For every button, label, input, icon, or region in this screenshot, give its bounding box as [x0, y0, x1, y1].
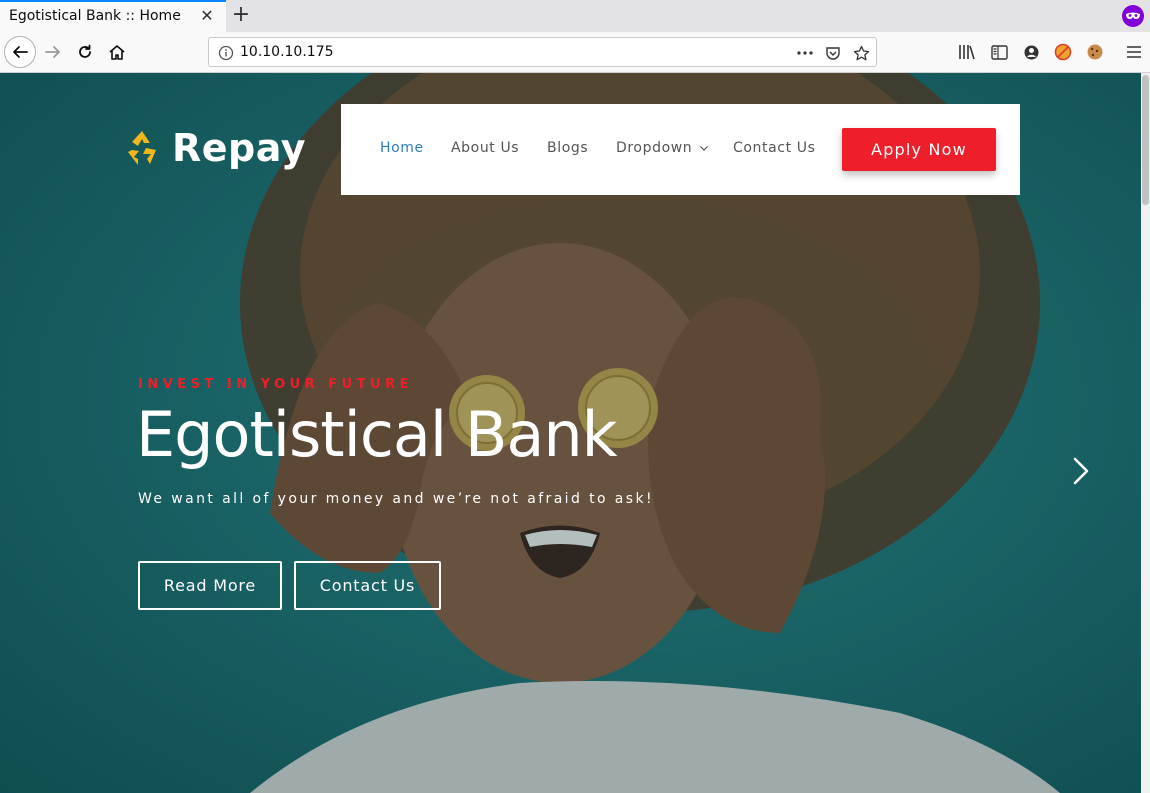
pocket-icon[interactable] [823, 43, 843, 63]
nav-blogs[interactable]: Blogs [547, 140, 588, 156]
page-viewport: Repay Home About Us Blogs Dropdown Conta… [0, 73, 1141, 793]
tab-title: Egotistical Bank :: Home [9, 8, 181, 24]
forward-icon [45, 46, 60, 58]
library-icon[interactable] [956, 41, 978, 63]
reload-button[interactable] [69, 36, 101, 68]
scrollbar-thumb[interactable] [1142, 75, 1149, 205]
info-icon[interactable] [218, 45, 234, 61]
more-icon[interactable] [795, 43, 815, 63]
menu-icon[interactable] [1123, 41, 1145, 63]
back-button[interactable] [4, 36, 36, 68]
apply-now-button[interactable]: Apply Now [842, 128, 996, 171]
nav-about-us[interactable]: About Us [451, 140, 519, 156]
nav-contact-us[interactable]: Contact Us [733, 140, 815, 156]
nav-toolbar: 10.10.10.175 [0, 32, 1150, 73]
reload-icon [79, 44, 91, 58]
url-text[interactable]: 10.10.10.175 [240, 44, 334, 60]
private-mask-icon[interactable] [1121, 4, 1145, 28]
cookie-icon[interactable] [1084, 41, 1106, 63]
forward-button[interactable] [37, 36, 69, 68]
addon-icon[interactable] [1052, 41, 1074, 63]
read-more-button[interactable]: Read More [138, 561, 282, 610]
browser-tab[interactable]: Egotistical Bank :: Home ✕ [0, 0, 226, 32]
recycle-logo-icon [128, 131, 156, 165]
tab-bar: Egotistical Bank :: Home ✕ + [0, 0, 1150, 32]
sidebar-icon[interactable] [988, 41, 1010, 63]
chevron-right-icon[interactable] [1068, 455, 1092, 487]
logo-text: Repay [172, 126, 306, 170]
chevron-down-icon [700, 146, 709, 151]
account-icon[interactable] [1020, 41, 1042, 63]
url-bar[interactable]: 10.10.10.175 [208, 37, 877, 67]
home-icon [109, 45, 125, 60]
hero-title: Egotistical Bank [136, 398, 618, 471]
nav-dropdown[interactable]: Dropdown [616, 140, 709, 156]
main-menu: Home About Us Blogs Dropdown Contact Us … [341, 104, 1020, 195]
hero-subtitle: We want all of your money and we’re not … [138, 491, 654, 507]
hero-kicker: INVEST IN YOUR FUTURE [138, 377, 414, 392]
nav-dropdown-label: Dropdown [616, 140, 693, 156]
home-button[interactable] [101, 36, 133, 68]
site-logo[interactable]: Repay [122, 126, 306, 170]
close-tab-icon[interactable]: ✕ [197, 6, 217, 26]
nav-home[interactable]: Home [380, 140, 424, 156]
bookmark-star-icon[interactable] [851, 43, 871, 63]
page-scrollbar[interactable] [1141, 73, 1150, 793]
back-icon [13, 46, 28, 58]
new-tab-button[interactable]: + [229, 2, 253, 28]
contact-us-button[interactable]: Contact Us [294, 561, 441, 610]
